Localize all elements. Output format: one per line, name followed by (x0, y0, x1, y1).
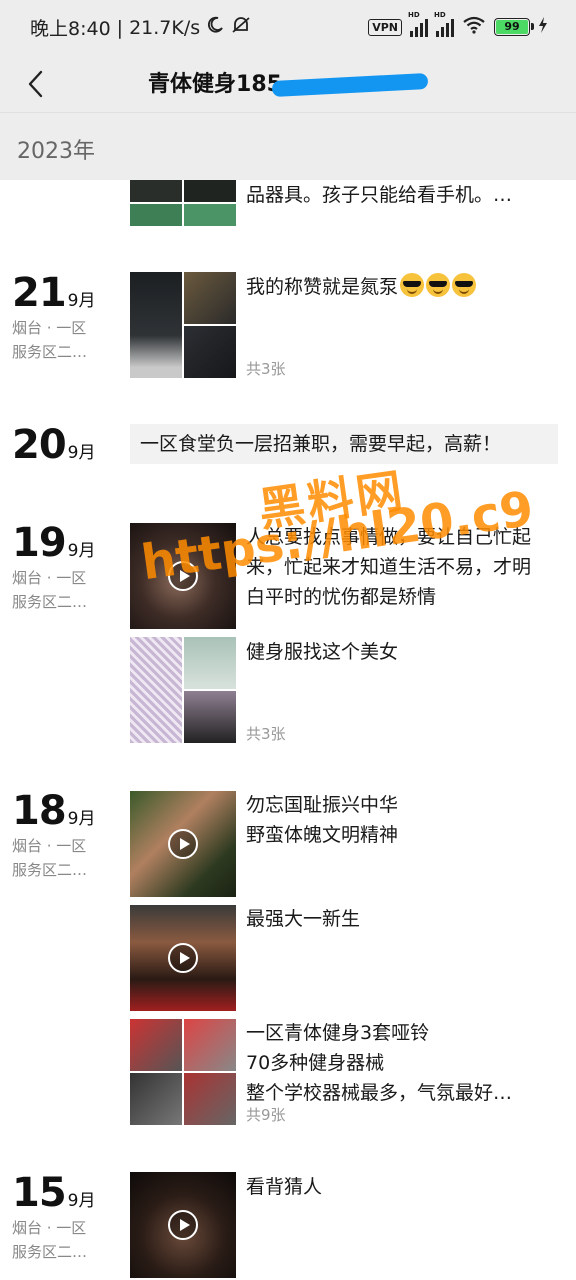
post-thumbnail[interactable] (130, 637, 236, 743)
play-icon (168, 1210, 198, 1240)
post-date: 21 9月 烟台 · 一区 服务区二… (12, 270, 96, 364)
vpn-icon: VPN (368, 18, 402, 36)
post-text[interactable]: 健身服找这个美女 (246, 637, 546, 667)
status-right: VPN HD HD 99 (368, 11, 548, 38)
post-text[interactable]: 最强大一新生 (246, 904, 546, 934)
moon-icon (206, 16, 224, 39)
header: 青体健身185 (0, 56, 576, 112)
page-title: 青体健身185 (0, 66, 576, 98)
post-text[interactable]: 品器具。孩子只能给看手机。… (246, 180, 546, 210)
sunglasses-emoji-icon (452, 273, 477, 297)
post-thumbnail[interactable] (130, 272, 236, 378)
location-line: 服务区二… (12, 861, 88, 879)
photo-count: 共3张 (246, 360, 286, 378)
video-thumbnail[interactable] (130, 1172, 236, 1278)
divider: | (116, 16, 124, 39)
signal-icon: HD (434, 11, 454, 37)
post-text[interactable]: 一区青体健身3套哑铃 70多种健身器械 整个学校器械最多，气氛最好… (246, 1018, 546, 1108)
play-icon (168, 829, 198, 859)
location-line: 服务区二… (12, 1243, 88, 1261)
status-left: 晚上8:40 | 21.7K/s (30, 14, 252, 41)
year-section-header: 2023年 (0, 112, 576, 180)
location-line: 服务区二… (12, 593, 88, 611)
status-bar: 晚上8:40 | 21.7K/s VPN HD HD 99 (0, 0, 576, 56)
year-label: 2023年 (17, 139, 95, 164)
sunglasses-emoji-icon (400, 273, 425, 297)
signal-icon: HD (408, 11, 428, 37)
post-date: 19 9月 烟台 · 一区 服务区二… (12, 520, 96, 614)
video-thumbnail[interactable] (130, 905, 236, 1011)
battery-icon: 99 (494, 18, 534, 36)
redaction-mark (271, 72, 429, 98)
play-icon (168, 943, 198, 973)
post-thumbnail[interactable] (130, 1019, 236, 1125)
post-date: 15 9月 烟台 · 一区 服务区二… (12, 1170, 96, 1264)
photo-count: 共3张 (246, 725, 286, 743)
post-date: 20 9月 (12, 422, 96, 468)
charging-icon (538, 17, 548, 37)
post-thumbnail[interactable] (130, 180, 236, 226)
post-text[interactable]: 勿忘国耻振兴中华 野蛮体魄文明精神 (246, 790, 546, 850)
location-line: 服务区二… (12, 343, 88, 361)
location-line: 烟台 · 一区 (12, 319, 87, 337)
post-date: 18 9月 烟台 · 一区 服务区二… (12, 788, 96, 882)
network-speed: 21.7K/s (129, 16, 201, 39)
clock: 晚上8:40 (30, 18, 111, 40)
location-line: 烟台 · 一区 (12, 837, 87, 855)
wifi-icon (462, 16, 486, 38)
text-post[interactable]: 一区食堂负一层招兼职，需要早起，高薪！ (130, 424, 558, 464)
mute-icon (230, 15, 252, 40)
location-line: 烟台 · 一区 (12, 1219, 87, 1237)
post-text[interactable]: 看背猜人 (246, 1172, 546, 1202)
sunglasses-emoji-icon (426, 273, 451, 297)
video-thumbnail[interactable] (130, 791, 236, 897)
post-text[interactable]: 我的称赞就是氮泵 (246, 272, 546, 302)
photo-count: 共9张 (246, 1106, 286, 1124)
location-line: 烟台 · 一区 (12, 569, 87, 587)
